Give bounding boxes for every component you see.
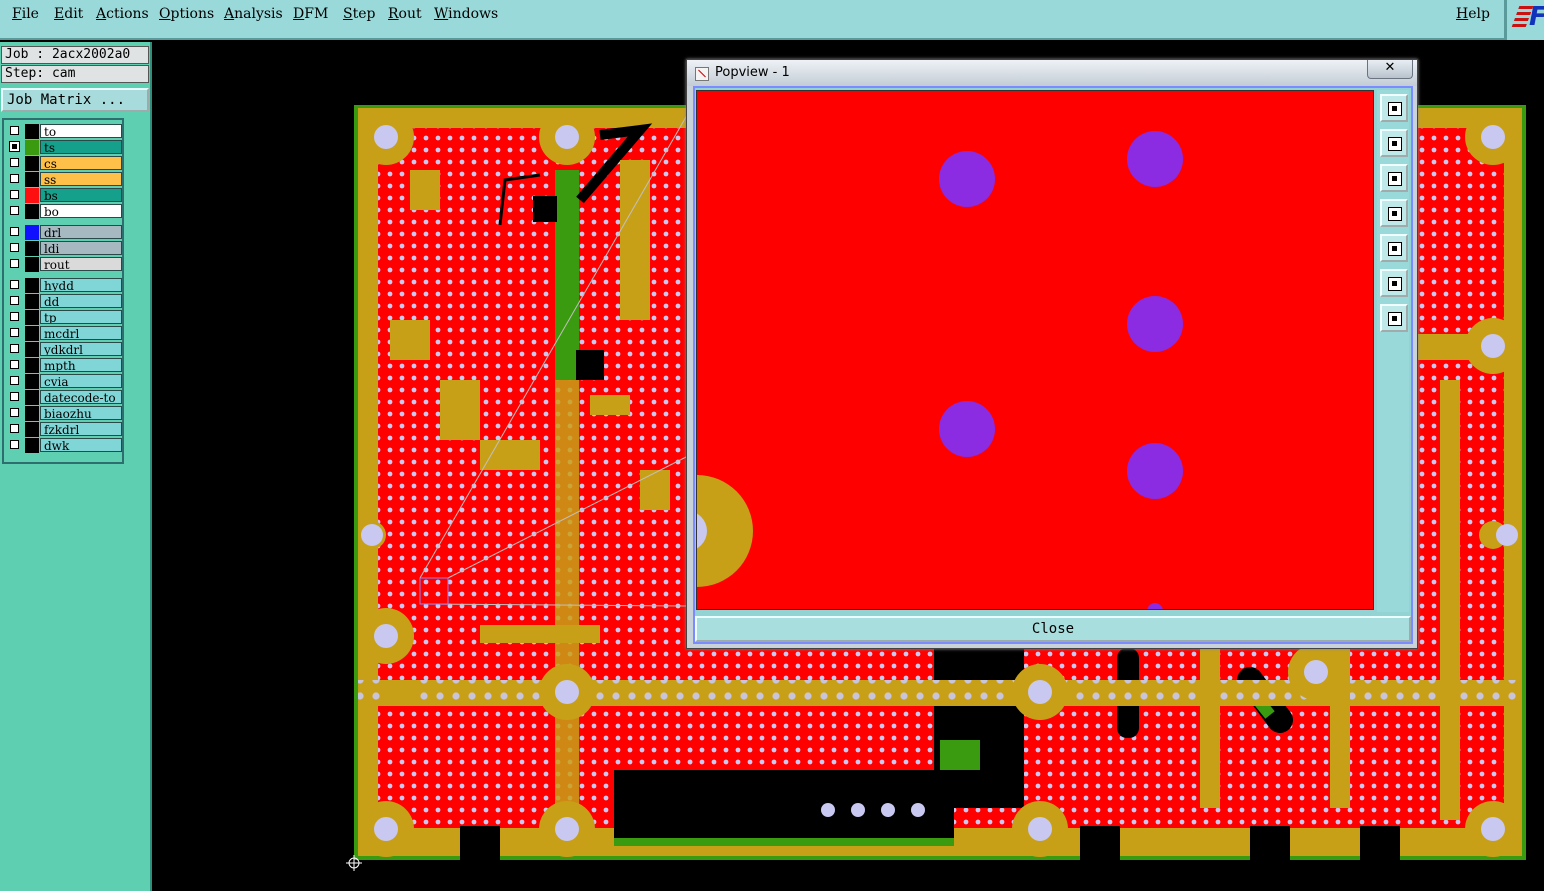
pan-right-icon[interactable] — [1380, 234, 1408, 262]
pan-up-icon[interactable] — [1380, 129, 1408, 157]
pan-left-icon[interactable] — [1380, 199, 1408, 227]
window-icon — [695, 67, 709, 81]
popview-canvas[interactable] — [696, 90, 1374, 610]
popview-toolbar — [1377, 90, 1409, 612]
popview-titlebar[interactable]: Popview - 1 ✕ — [687, 60, 1417, 86]
pan-down-icon[interactable] — [1380, 164, 1408, 192]
popview-window: Popview - 1 ✕ Close — [686, 59, 1418, 649]
zoom-fit-icon[interactable] — [1380, 269, 1408, 297]
close-icon[interactable]: ✕ — [1367, 60, 1413, 79]
crosshair-cursor-icon — [346, 855, 362, 871]
zoom-home-icon[interactable] — [1380, 304, 1408, 332]
close-button[interactable]: Close — [695, 616, 1411, 642]
zoomed-pcb-view — [697, 91, 1373, 609]
zoom-window-icon[interactable] — [1380, 94, 1408, 122]
popview-title: Popview - 1 — [715, 65, 790, 80]
